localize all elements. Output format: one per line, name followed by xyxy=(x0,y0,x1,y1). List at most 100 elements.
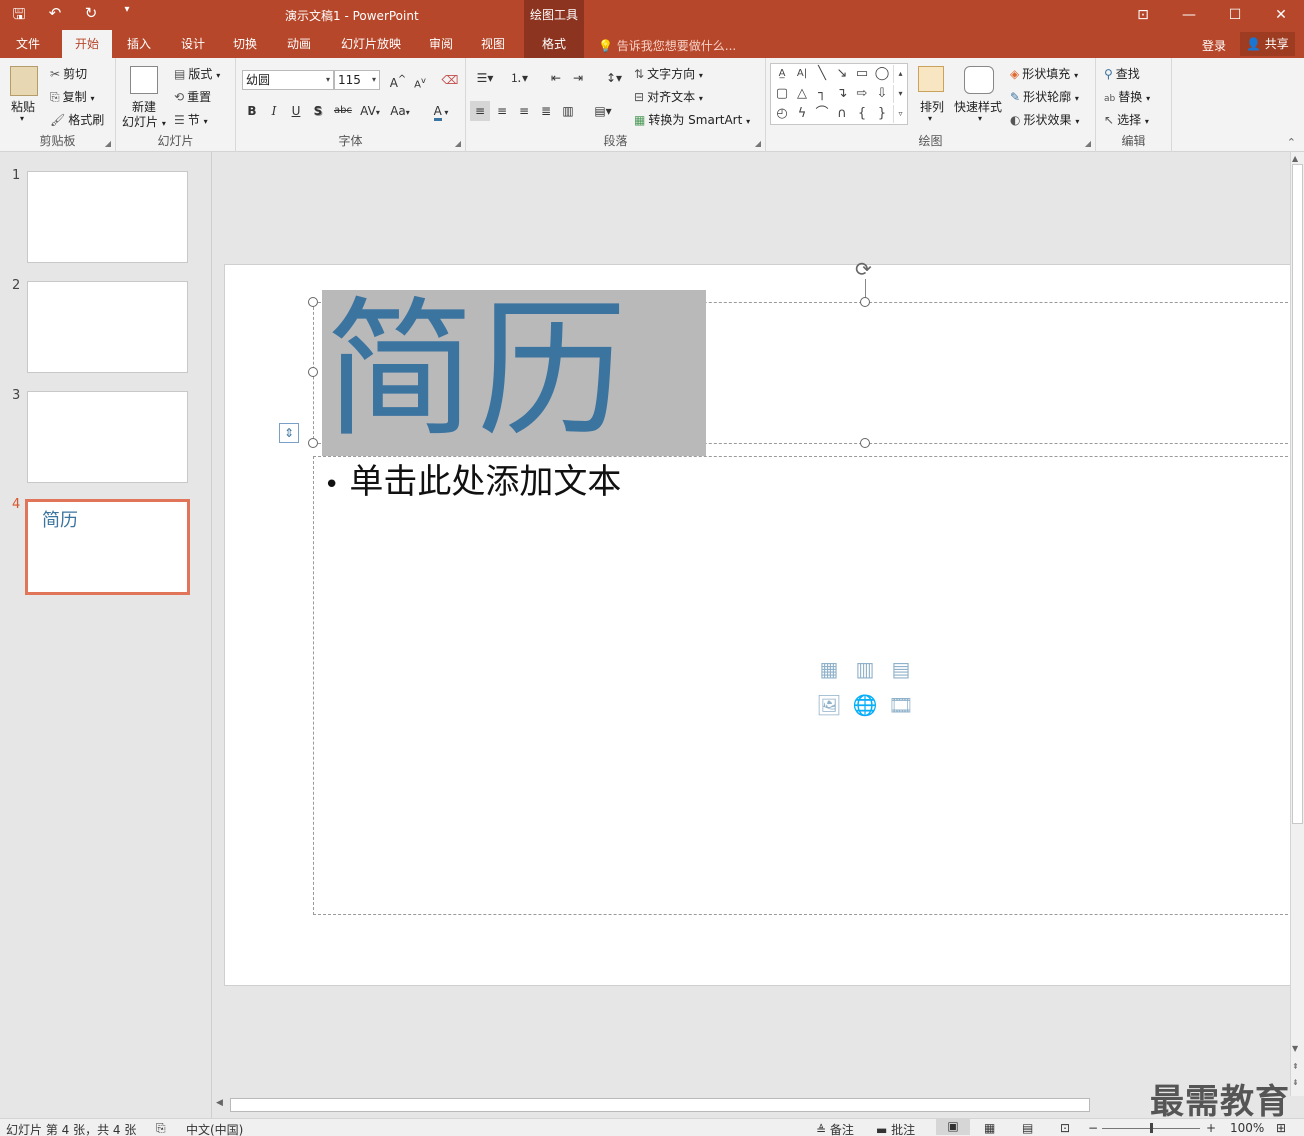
shape-effects-button[interactable]: ◐ 形状效果 ▾ xyxy=(1010,111,1079,128)
login-link[interactable]: 登录 xyxy=(1202,37,1226,54)
redo-icon[interactable]: ↻ xyxy=(80,4,102,29)
tab-slideshow[interactable]: 幻灯片放映 xyxy=(334,30,408,58)
arc-shape-icon[interactable]: ⌒ xyxy=(813,105,831,123)
copy-button[interactable]: ⎘ 复制 ▾ xyxy=(50,88,94,105)
next-slide-icon[interactable]: ⇟ xyxy=(1292,1078,1299,1087)
vertical-scrollbar[interactable]: ▲ ▼ ⇞ ⇟ xyxy=(1290,152,1304,1096)
grow-font-button[interactable]: A^ xyxy=(388,70,408,90)
resize-handle[interactable] xyxy=(308,367,318,377)
oval-shape-icon[interactable]: ◯ xyxy=(873,65,891,83)
tab-home[interactable]: 开始 xyxy=(62,30,112,58)
slide-canvas[interactable]: 简历 ⟳ ⇕ • 单击此处添加文本 ▦ ▥ ▤ 🖼 🌐 🎞 xyxy=(224,257,1290,986)
tab-file[interactable]: 文件 xyxy=(4,30,52,58)
text-direction-button[interactable]: ⇅ 文字方向 ▾ xyxy=(634,65,703,82)
tab-transitions[interactable]: 切换 xyxy=(222,30,268,58)
arrow-line-shape-icon[interactable]: ↘ xyxy=(833,65,851,83)
bold-button[interactable]: B xyxy=(242,101,262,121)
gallery-scroll-down-icon[interactable]: ▾ xyxy=(893,85,907,103)
content-placeholder[interactable]: • 单击此处添加文本 ▦ ▥ ▤ 🖼 🌐 🎞 xyxy=(313,456,1290,915)
share-button[interactable]: 👤 共享 xyxy=(1240,32,1295,56)
replace-button[interactable]: ab 替换 ▾ xyxy=(1104,88,1150,105)
slide-title[interactable]: 简历 xyxy=(325,291,629,451)
align-center-icon[interactable]: ≡ xyxy=(492,101,512,121)
new-slide-button[interactable]: 幻灯片 ▾ xyxy=(122,113,166,130)
resize-handle[interactable] xyxy=(308,297,318,307)
save-icon[interactable]: 🖫 xyxy=(8,4,30,29)
bullets-icon[interactable]: ☰▾ xyxy=(470,68,500,88)
align-right-icon[interactable]: ≡ xyxy=(514,101,534,121)
normal-view-icon[interactable]: ▣ xyxy=(936,1119,970,1135)
align-left-icon[interactable]: ≡ xyxy=(470,101,490,121)
elbow-connector-icon[interactable]: ┐ xyxy=(813,85,831,103)
quick-styles-icon[interactable] xyxy=(964,66,994,94)
shape-outline-button[interactable]: ✎ 形状轮廓 ▾ xyxy=(1010,88,1079,105)
shadow-button[interactable]: S xyxy=(308,101,328,121)
gallery-scroll-up-icon[interactable]: ▴ xyxy=(893,65,907,83)
arrange-button[interactable]: 排列 xyxy=(920,98,944,115)
rectangle-shape-icon[interactable]: ▭ xyxy=(853,65,871,83)
arrange-dropdown-icon[interactable]: ▾ xyxy=(928,114,932,123)
slide-sorter-icon[interactable]: ▦ xyxy=(984,1121,995,1135)
zoom-slider-knob[interactable] xyxy=(1150,1123,1153,1133)
rotate-handle-icon[interactable]: ⟳ xyxy=(855,257,872,281)
language-indicator[interactable]: 中文(中国) xyxy=(186,1121,243,1136)
horizontal-scroll-thumb[interactable] xyxy=(230,1098,1090,1112)
select-button[interactable]: ↖ 选择 ▾ xyxy=(1104,111,1149,128)
slide-thumbnail-1[interactable] xyxy=(27,171,188,263)
tab-design[interactable]: 设计 xyxy=(170,30,216,58)
slide-thumbnail-3[interactable] xyxy=(27,391,188,483)
shrink-font-button[interactable]: Av xyxy=(410,70,430,90)
ribbon-display-icon[interactable]: ⊡ xyxy=(1120,0,1166,30)
insert-smartart-icon[interactable]: ▤ xyxy=(886,655,916,683)
collapse-ribbon-icon[interactable]: ⌃ xyxy=(1287,136,1296,149)
resize-handle[interactable] xyxy=(860,297,870,307)
paragraph-launcher-icon[interactable]: ◢ xyxy=(755,139,761,148)
convert-smartart-button[interactable]: ▦ 转换为 SmartArt ▾ xyxy=(634,111,750,128)
zoom-in-icon[interactable]: + xyxy=(1206,1121,1216,1135)
vertical-textbox-shape-icon[interactable]: A| xyxy=(793,65,811,83)
quick-styles-dropdown-icon[interactable]: ▾ xyxy=(978,114,982,123)
customize-qat-icon[interactable]: ▾ xyxy=(116,4,138,29)
format-painter-button[interactable]: 🖌 格式刷 xyxy=(50,111,104,128)
tab-review[interactable]: 审阅 xyxy=(418,30,464,58)
clear-formatting-icon[interactable]: ⌫ xyxy=(440,70,460,90)
reset-button[interactable]: ⟲ 重置 xyxy=(174,88,211,105)
resize-handle[interactable] xyxy=(860,438,870,448)
curve-shape-icon[interactable]: ∩ xyxy=(833,105,851,123)
paste-dropdown-icon[interactable]: ▾ xyxy=(20,114,24,123)
right-brace-shape-icon[interactable]: } xyxy=(873,105,891,123)
tab-animations[interactable]: 动画 xyxy=(276,30,322,58)
slide-thumbnail-2[interactable] xyxy=(27,281,188,373)
shape-fill-button[interactable]: ◈ 形状填充 ▾ xyxy=(1010,65,1078,82)
scroll-down-icon[interactable]: ▼ xyxy=(1292,1044,1298,1053)
horizontal-scrollbar[interactable]: ◀ xyxy=(212,1096,1304,1114)
justify-icon[interactable]: ≣ xyxy=(536,101,556,121)
find-button[interactable]: ⚲ 查找 xyxy=(1104,65,1140,82)
char-spacing-button[interactable]: AV▾ xyxy=(356,101,384,121)
numbering-icon[interactable]: ⒈▾ xyxy=(504,68,534,88)
line-spacing-icon[interactable]: ↕▾ xyxy=(600,68,628,88)
strikethrough-button[interactable]: abc xyxy=(330,101,356,121)
insert-table-icon[interactable]: ▦ xyxy=(814,655,844,683)
zoom-out-icon[interactable]: − xyxy=(1088,1121,1098,1135)
scroll-up-icon[interactable]: ▲ xyxy=(1292,154,1298,163)
tab-format[interactable]: 格式 xyxy=(524,30,584,58)
reading-view-icon[interactable]: ▤ xyxy=(1022,1121,1033,1135)
insert-video-icon[interactable]: 🎞 xyxy=(886,691,916,719)
tab-insert[interactable]: 插入 xyxy=(116,30,162,58)
vertical-scroll-thumb[interactable] xyxy=(1292,164,1303,824)
undo-icon[interactable]: ↶ xyxy=(44,4,66,29)
notes-button[interactable]: ≜ 备注 xyxy=(816,1121,854,1136)
slideshow-view-icon[interactable]: ⊡ xyxy=(1060,1121,1070,1135)
new-slide-icon[interactable] xyxy=(130,66,158,94)
close-icon[interactable]: ✕ xyxy=(1258,0,1304,30)
drawing-launcher-icon[interactable]: ◢ xyxy=(1085,139,1091,148)
maximize-icon[interactable]: ☐ xyxy=(1212,0,1258,30)
textbox-shape-icon[interactable]: A̲ xyxy=(773,65,791,83)
italic-button[interactable]: I xyxy=(264,101,284,121)
minimize-icon[interactable]: — xyxy=(1166,0,1212,30)
font-name-combo[interactable]: 幼圆 ▾ xyxy=(242,70,334,90)
columns-icon[interactable]: ▤▾ xyxy=(588,101,618,121)
autofit-options-icon[interactable]: ⇕ xyxy=(279,423,299,443)
insert-chart-icon[interactable]: ▥ xyxy=(850,655,880,683)
